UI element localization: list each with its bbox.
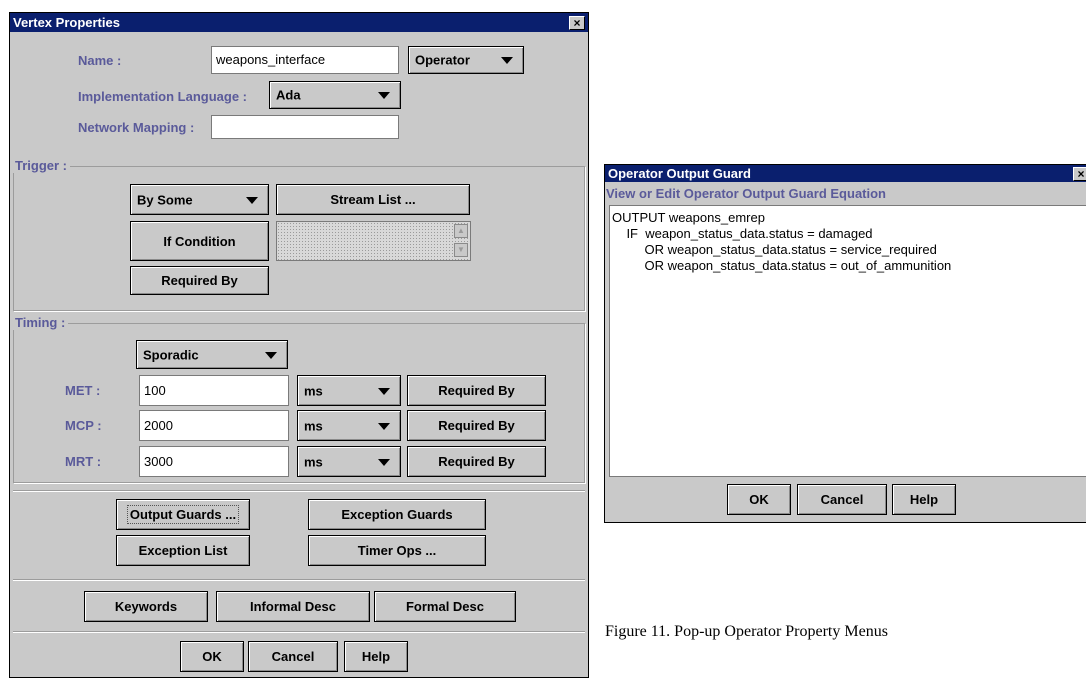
output-guard-window: Operator Output Guard × View or Edit Ope… — [604, 164, 1086, 523]
mcp-label: MCP : — [65, 418, 102, 433]
name-label: Name : — [78, 53, 122, 68]
ok-button[interactable]: OK — [180, 641, 244, 672]
trigger-group-title: Trigger : — [12, 158, 71, 173]
mrt-label: MRT : — [65, 454, 102, 469]
scroll-down-icon[interactable]: ▼ — [454, 243, 468, 257]
chevron-down-icon — [246, 196, 258, 204]
name-field[interactable]: weapons_interface — [211, 46, 399, 74]
chevron-down-icon — [501, 57, 513, 64]
timer-ops-button[interactable]: Timer Ops ... — [308, 535, 486, 566]
figure-caption: Figure 11. Pop-up Operator Property Menu… — [605, 623, 888, 640]
guard-cancel-button[interactable]: Cancel — [797, 484, 887, 515]
mrt-required-by-button[interactable]: Required By — [407, 446, 546, 477]
stream-list-button[interactable]: Stream List ... — [276, 184, 470, 215]
timing-group-title: Timing : — [12, 315, 69, 330]
mrt-field[interactable]: 3000 — [139, 446, 289, 477]
output-guards-button[interactable]: Output Guards ... — [116, 499, 250, 530]
mcp-field[interactable]: 2000 — [139, 410, 289, 441]
timing-mode-select[interactable]: Sporadic — [136, 340, 288, 369]
met-unit-value: ms — [304, 383, 323, 398]
if-condition-button[interactable]: If Condition — [130, 221, 269, 261]
guard-help-button[interactable]: Help — [892, 484, 956, 515]
trigger-required-by-button[interactable]: Required By — [130, 266, 269, 295]
chevron-down-icon — [265, 351, 277, 359]
equation-line: OUTPUT weapons_emrep — [612, 210, 765, 225]
impl-lang-label: Implementation Language : — [78, 89, 248, 104]
close-icon[interactable]: × — [1073, 167, 1086, 181]
guard-ok-button[interactable]: OK — [727, 484, 791, 515]
chevron-down-icon — [378, 92, 390, 99]
guard-equation-editor[interactable]: OUTPUT weapons_emrep IF weapon_status_da… — [609, 205, 1086, 477]
network-mapping-field[interactable] — [211, 115, 399, 139]
met-required-by-button[interactable]: Required By — [407, 375, 546, 406]
met-field[interactable]: 100 — [139, 375, 289, 406]
mrt-unit-select[interactable]: ms — [297, 446, 401, 477]
impl-lang-select[interactable]: Ada — [269, 81, 401, 109]
vertex-properties-window: Vertex Properties × Name : weapons_inter… — [9, 12, 589, 678]
chevron-down-icon — [378, 458, 390, 466]
informal-desc-button[interactable]: Informal Desc — [216, 591, 370, 622]
impl-lang-value: Ada — [276, 87, 301, 103]
trigger-mode-value: By Some — [137, 192, 193, 207]
cancel-button[interactable]: Cancel — [248, 641, 338, 672]
met-label: MET : — [65, 383, 101, 398]
mcp-required-by-button[interactable]: Required By — [407, 410, 546, 441]
mcp-unit-value: ms — [304, 418, 323, 433]
output-guards-label: Output Guards ... — [126, 505, 240, 524]
mcp-unit-select[interactable]: ms — [297, 410, 401, 441]
chevron-down-icon — [378, 387, 390, 395]
if-condition-textarea — [276, 221, 471, 261]
equation-line: OR weapon_status_data.status = service_r… — [612, 242, 937, 257]
window-title: Vertex Properties — [13, 15, 120, 30]
exception-guards-button[interactable]: Exception Guards — [308, 499, 486, 530]
close-icon[interactable]: × — [569, 16, 585, 30]
separator — [13, 490, 585, 492]
mrt-unit-value: ms — [304, 454, 323, 469]
chevron-down-icon — [378, 422, 390, 430]
scroll-up-icon[interactable]: ▲ — [454, 224, 468, 238]
equation-line: IF weapon_status_data.status = damaged — [612, 226, 873, 241]
guard-window-subtitle: View or Edit Operator Output Guard Equat… — [606, 186, 886, 201]
met-unit-select[interactable]: ms — [297, 375, 401, 406]
network-mapping-label: Network Mapping : — [78, 120, 195, 135]
vertex-type-select[interactable]: Operator — [408, 46, 524, 74]
timing-mode-value: Sporadic — [143, 347, 199, 362]
exception-list-button[interactable]: Exception List — [116, 535, 250, 566]
separator — [13, 579, 585, 581]
output-guard-titlebar[interactable]: Operator Output Guard — [605, 165, 1086, 182]
trigger-mode-select[interactable]: By Some — [130, 184, 269, 215]
formal-desc-button[interactable]: Formal Desc — [374, 591, 516, 622]
separator — [13, 631, 585, 633]
keywords-button[interactable]: Keywords — [84, 591, 208, 622]
guard-window-title: Operator Output Guard — [608, 166, 751, 181]
vertex-type-value: Operator — [415, 52, 470, 68]
help-button[interactable]: Help — [344, 641, 408, 672]
vertex-properties-titlebar[interactable]: Vertex Properties — [10, 13, 588, 32]
equation-line: OR weapon_status_data.status = out_of_am… — [612, 258, 952, 273]
